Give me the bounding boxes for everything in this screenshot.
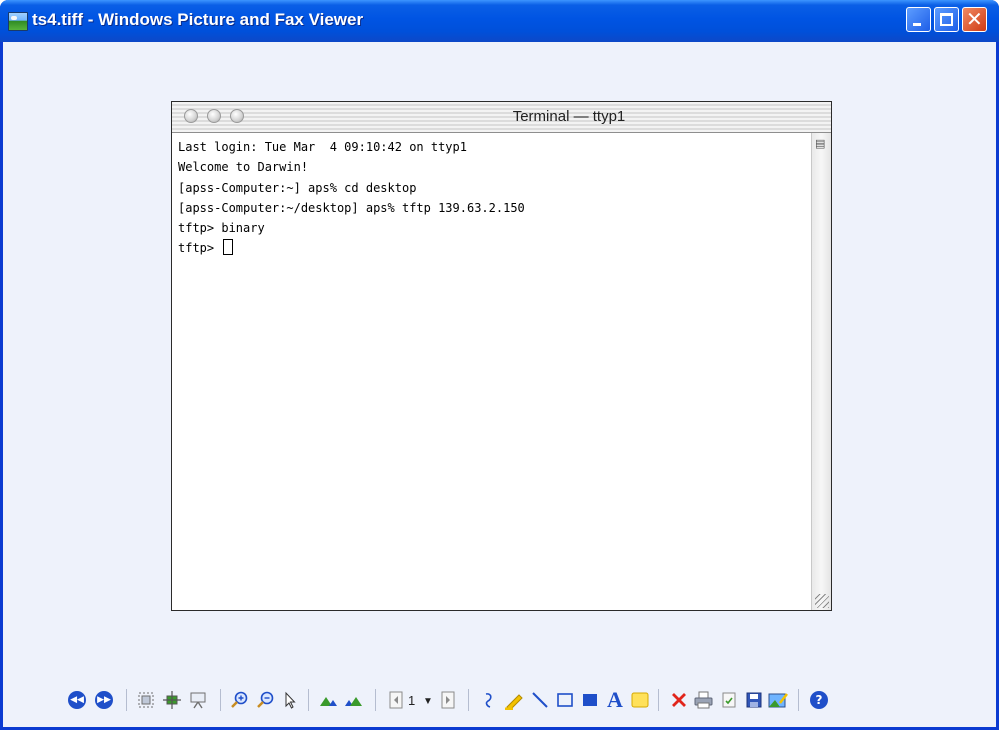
rectangle-icon bbox=[557, 693, 573, 707]
edit-button[interactable] bbox=[766, 688, 790, 712]
toolbar-separator bbox=[308, 689, 309, 711]
next-image-icon: ▶▶ bbox=[95, 691, 113, 709]
toolbar-separator bbox=[658, 689, 659, 711]
next-page-icon bbox=[441, 691, 455, 709]
toolbar-separator bbox=[126, 689, 127, 711]
print-icon bbox=[694, 691, 713, 709]
slideshow-icon bbox=[190, 692, 206, 709]
line-icon bbox=[532, 692, 548, 708]
highlighter-button[interactable] bbox=[502, 688, 526, 712]
print-button[interactable] bbox=[692, 688, 716, 712]
terminal-screenshot: Terminal — ttyp1 Last login: Tue Mar 4 0… bbox=[171, 101, 832, 611]
help-icon: ? bbox=[810, 691, 828, 709]
terminal-line: Last login: Tue Mar 4 09:10:42 on ttyp1 bbox=[178, 140, 467, 154]
terminal-output: Last login: Tue Mar 4 09:10:42 on ttyp1 W… bbox=[178, 137, 525, 259]
freehand-annotation-button[interactable] bbox=[477, 688, 501, 712]
rotate-counterclockwise-icon bbox=[345, 697, 362, 706]
best-fit-button[interactable] bbox=[134, 688, 158, 712]
previous-page-button[interactable] bbox=[384, 688, 408, 712]
zoom-out-button[interactable] bbox=[254, 688, 278, 712]
copy-to-button[interactable] bbox=[717, 688, 741, 712]
previous-image-button[interactable]: ◀◀ bbox=[65, 688, 89, 712]
select-icon bbox=[285, 691, 296, 709]
zoom-in-button[interactable] bbox=[228, 688, 252, 712]
viewer-toolbar: ◀◀ ▶▶ 1 ▼ A ? bbox=[3, 682, 996, 722]
toolbar-separator bbox=[375, 689, 376, 711]
close-button[interactable]: ✕ bbox=[962, 7, 987, 32]
title-bar[interactable]: ts4.tiff - Windows Picture and Fax Viewe… bbox=[0, 0, 999, 42]
actual-size-button[interactable] bbox=[160, 688, 184, 712]
toolbar-separator bbox=[468, 689, 469, 711]
viewer-window: ts4.tiff - Windows Picture and Fax Viewe… bbox=[0, 0, 999, 730]
delete-icon bbox=[672, 693, 686, 707]
text-cursor bbox=[223, 239, 234, 256]
select-button[interactable] bbox=[278, 688, 302, 712]
best-fit-icon bbox=[138, 692, 154, 708]
previous-page-icon bbox=[389, 691, 403, 709]
edit-icon bbox=[768, 693, 788, 708]
highlighter-icon bbox=[505, 694, 523, 710]
next-page-button[interactable] bbox=[436, 688, 460, 712]
zoom-out-icon bbox=[257, 691, 274, 708]
terminal-line: [apss-Computer:~] aps% cd desktop bbox=[178, 180, 417, 195]
previous-image-icon: ◀◀ bbox=[68, 691, 86, 709]
rectangle-button[interactable] bbox=[553, 688, 577, 712]
page-dropdown-arrow-icon[interactable]: ▼ bbox=[423, 696, 433, 707]
text-button[interactable]: A bbox=[603, 688, 627, 712]
freehand-annotation-icon bbox=[485, 693, 492, 708]
window-title: ts4.tiff - Windows Picture and Fax Viewe… bbox=[32, 10, 364, 29]
filled-rectangle-icon bbox=[583, 694, 597, 706]
terminal-line: [apss-Computer:~/desktop] aps% tftp 139.… bbox=[178, 200, 525, 215]
picture-viewer-icon bbox=[8, 12, 28, 31]
minimize-icon bbox=[913, 23, 921, 26]
image-view-area[interactable]: Terminal — ttyp1 Last login: Tue Mar 4 0… bbox=[3, 42, 996, 682]
terminal-prompt: tftp> bbox=[178, 241, 215, 256]
actual-size-icon bbox=[163, 691, 181, 709]
page-number: 1 bbox=[408, 693, 416, 708]
terminal-line: tftp> binary bbox=[178, 221, 265, 236]
note-button[interactable] bbox=[628, 688, 652, 712]
minimize-button[interactable] bbox=[906, 7, 931, 32]
rotate-counterclockwise-button[interactable] bbox=[342, 688, 366, 712]
close-icon: ✕ bbox=[966, 7, 983, 31]
zoom-in-icon bbox=[231, 691, 248, 708]
save-icon bbox=[746, 692, 762, 708]
line-button[interactable] bbox=[528, 688, 552, 712]
save-button[interactable] bbox=[742, 688, 766, 712]
resize-grip-icon bbox=[815, 594, 829, 608]
split-pane-icon: ▤ bbox=[815, 137, 826, 150]
terminal-title: Terminal — ttyp1 bbox=[512, 108, 626, 125]
rotate-clockwise-icon bbox=[320, 697, 337, 706]
note-icon bbox=[631, 692, 649, 708]
filled-rectangle-button[interactable] bbox=[578, 688, 602, 712]
maximize-button[interactable] bbox=[934, 7, 959, 32]
delete-button[interactable] bbox=[667, 688, 691, 712]
slideshow-button[interactable] bbox=[186, 688, 210, 712]
next-image-button[interactable]: ▶▶ bbox=[92, 688, 116, 712]
copy-to-icon bbox=[722, 692, 736, 708]
rotate-clockwise-button[interactable] bbox=[316, 688, 340, 712]
toolbar-separator bbox=[798, 689, 799, 711]
text-icon: A bbox=[607, 687, 623, 712]
terminal-scrollbar bbox=[811, 133, 831, 610]
help-button[interactable]: ? bbox=[807, 688, 831, 712]
maximize-icon bbox=[940, 13, 953, 26]
terminal-title-bar: Terminal — ttyp1 bbox=[172, 102, 831, 133]
terminal-line: Welcome to Darwin! bbox=[178, 160, 309, 175]
toolbar-separator bbox=[220, 689, 221, 711]
terminal-prompt-line: tftp> bbox=[178, 238, 525, 258]
